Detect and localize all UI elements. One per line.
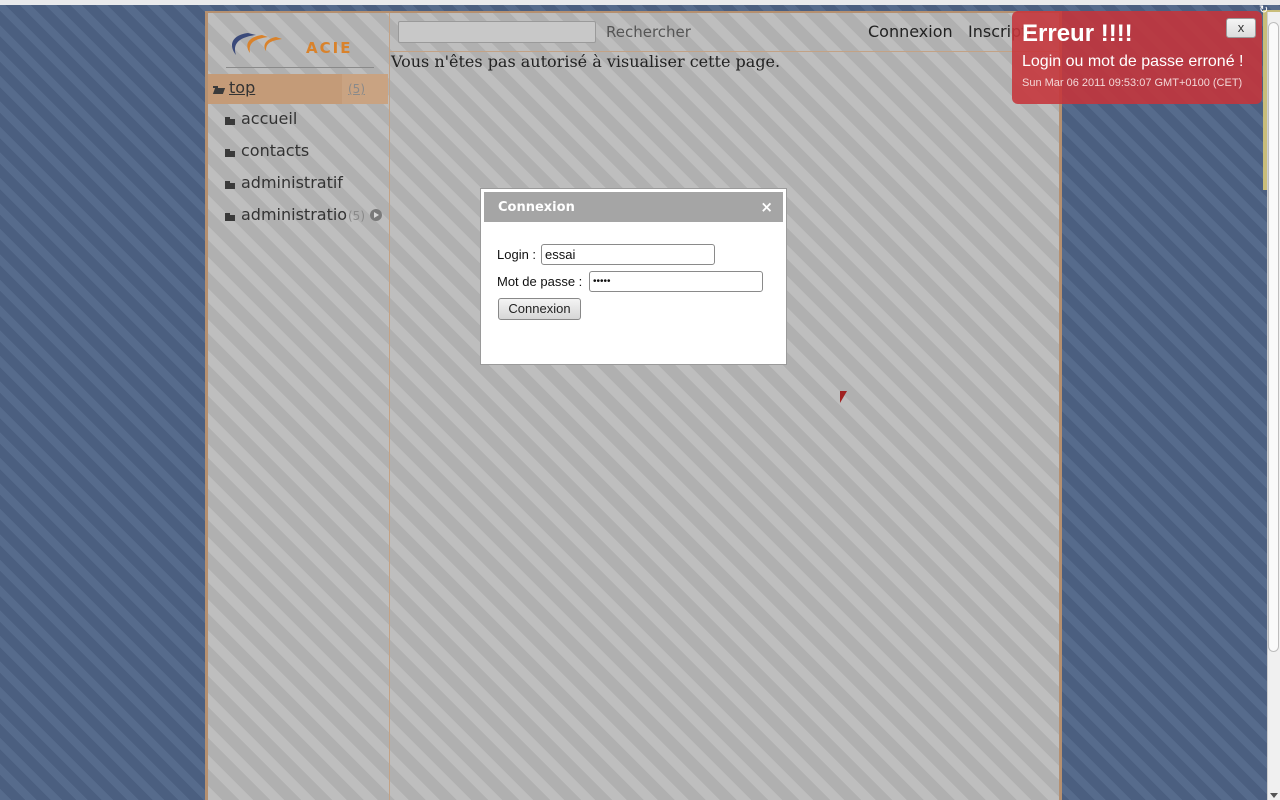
- login-dialog: Connexion × Login : essai Mot de passe :…: [480, 188, 787, 365]
- sidebar-item-administration[interactable]: administratio (5): [208, 203, 388, 227]
- scrollbar-thumb[interactable]: [1268, 22, 1279, 652]
- search-button[interactable]: Rechercher: [606, 23, 691, 41]
- expand-arrow-icon[interactable]: [370, 209, 382, 221]
- logo-swoosh-icon: [232, 33, 282, 55]
- password-label: Mot de passe :: [497, 274, 583, 289]
- folder-icon: [225, 213, 235, 221]
- sidebar-item-accueil[interactable]: accueil: [208, 107, 388, 131]
- logo[interactable]: ACIE: [226, 21, 374, 68]
- header: Rechercher Connexion Inscripti: [390, 13, 1060, 52]
- password-field[interactable]: •••••: [589, 271, 763, 292]
- error-timestamp: Sun Mar 06 2011 09:53:07 GMT+0100 (CET): [1022, 77, 1243, 89]
- error-title: Erreur !!!!: [1022, 20, 1133, 47]
- vertical-scrollbar[interactable]: [1267, 12, 1280, 800]
- folder-icon: [225, 117, 235, 125]
- sidebar-item-label: administratif: [241, 173, 343, 192]
- sidebar-item-label: accueil: [241, 109, 298, 128]
- sidebar: ACIE top (5) accueil contacts administra…: [208, 13, 390, 800]
- error-message: Login ou mot de passe erroné !: [1022, 53, 1244, 70]
- sidebar-item-contacts[interactable]: contacts: [208, 139, 388, 163]
- sidebar-item-top[interactable]: top (5): [208, 74, 388, 104]
- sidebar-item-label: administratio: [241, 205, 348, 224]
- sidebar-item-count: (5): [348, 82, 365, 96]
- login-label: Login :: [497, 247, 537, 262]
- unauthorized-message: Vous n'êtes pas autorisé à visualiser ce…: [391, 52, 781, 71]
- sidebar-item-administratif[interactable]: administratif: [208, 171, 388, 195]
- login-field[interactable]: essai: [541, 244, 715, 265]
- error-notification: Erreur !!!! Login ou mot de passe erroné…: [1012, 11, 1262, 104]
- reload-icon[interactable]: ↻: [1259, 4, 1271, 16]
- folder-icon: [225, 149, 235, 157]
- folder-open-icon: [213, 86, 223, 94]
- sidebar-item-label: contacts: [241, 141, 310, 160]
- page-container: ACIE top (5) accueil contacts administra…: [205, 11, 1062, 800]
- close-icon[interactable]: ×: [760, 198, 773, 216]
- connexion-submit-button[interactable]: Connexion: [498, 298, 581, 320]
- window-top-edge: [0, 0, 1280, 5]
- notification-close-button[interactable]: x: [1226, 18, 1256, 38]
- folder-icon: [225, 181, 235, 189]
- sidebar-item-label: top: [229, 78, 256, 97]
- dialog-title: Connexion: [498, 200, 575, 215]
- search-input[interactable]: [398, 21, 596, 43]
- sidebar-item-count: (5): [348, 209, 365, 223]
- scroll-down-arrow-icon[interactable]: [1270, 793, 1278, 798]
- logo-text: ACIE: [306, 39, 353, 57]
- dialog-titlebar[interactable]: Connexion ×: [484, 192, 783, 222]
- connexion-link[interactable]: Connexion: [868, 22, 953, 41]
- mouse-cursor-icon: [840, 391, 847, 403]
